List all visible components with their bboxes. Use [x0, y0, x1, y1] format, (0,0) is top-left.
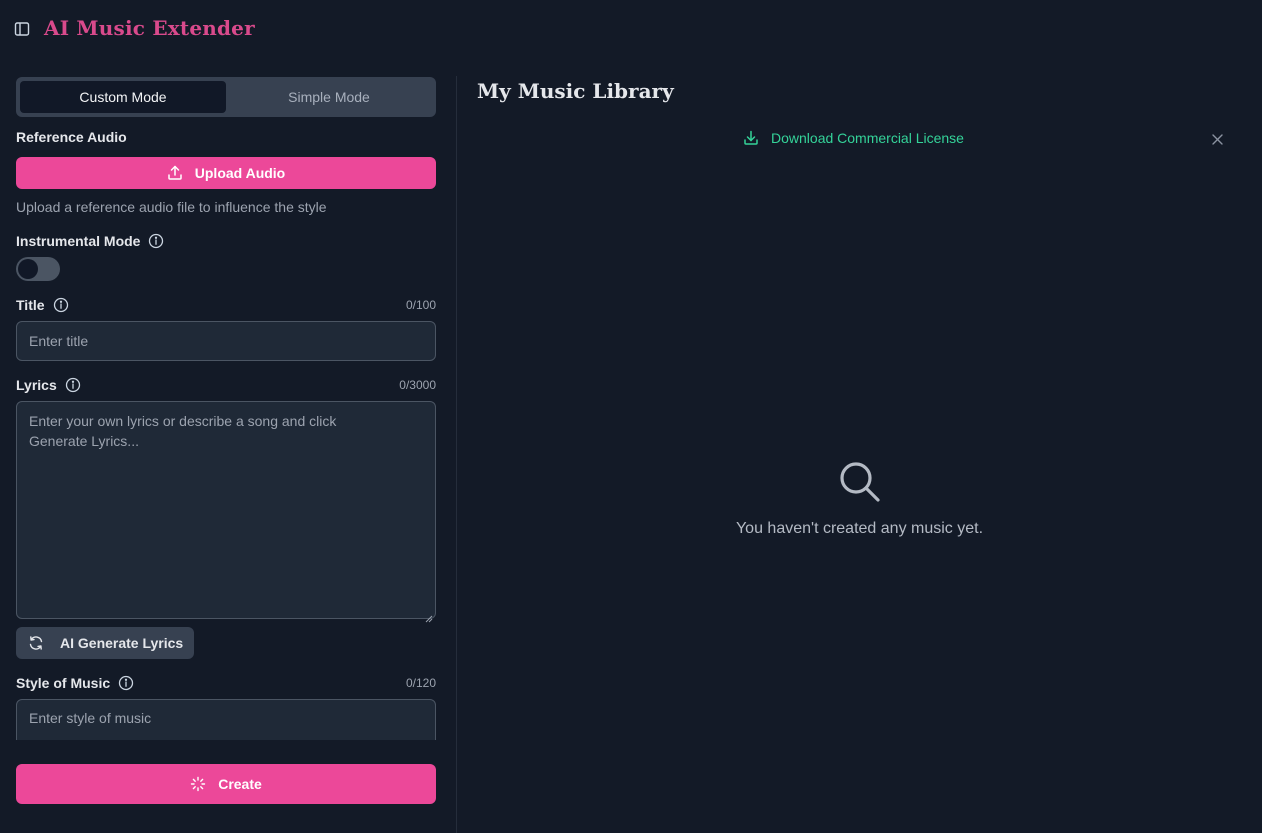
style-of-music-input[interactable]: Enter style of music [16, 699, 436, 740]
upload-icon [167, 165, 183, 181]
reference-audio-label: Reference Audio [16, 129, 127, 145]
upload-audio-button[interactable]: Upload Audio [16, 157, 436, 189]
create-form-panel: Custom Mode Simple Mode Reference Audio … [0, 58, 456, 833]
style-char-counter: 0/120 [405, 676, 436, 690]
tab-simple-mode[interactable]: Simple Mode [226, 81, 432, 113]
info-icon[interactable] [118, 675, 134, 691]
upload-audio-label: Upload Audio [194, 165, 286, 181]
create-label: Create [218, 776, 262, 792]
empty-state-text: You haven't created any music yet. [735, 520, 984, 537]
title-input[interactable]: Enter title [16, 321, 436, 361]
upload-hint: Upload a reference audio file to influen… [16, 199, 327, 215]
sidebar-toggle-icon[interactable] [13, 20, 31, 38]
download-license-link[interactable]: Download Commercial License [743, 130, 964, 146]
ai-generate-lyrics-button[interactable]: AI Generate Lyrics [16, 627, 194, 659]
lyrics-placeholder: Enter your own lyrics or describe a song… [29, 413, 337, 449]
mode-switch: Custom Mode Simple Mode [16, 77, 436, 117]
app-header: AI Music Extender [0, 0, 1262, 58]
create-button[interactable]: Create [16, 764, 436, 804]
instrumental-mode-label-text: Instrumental Mode [16, 233, 141, 249]
close-icon[interactable] [1211, 133, 1223, 145]
info-icon[interactable] [148, 233, 164, 249]
title-label-text: Title [16, 297, 45, 313]
toggle-knob [18, 259, 38, 279]
style-of-music-label-text: Style of Music [16, 675, 111, 691]
style-field-scroll-area: Enter style of music [16, 699, 436, 740]
download-icon [743, 130, 759, 146]
tab-custom-mode[interactable]: Custom Mode [20, 81, 226, 113]
style-placeholder: Enter style of music [29, 710, 152, 726]
download-license-label: Download Commercial License [771, 130, 964, 146]
refresh-icon [28, 635, 44, 651]
info-icon[interactable] [53, 297, 69, 313]
lyrics-label-text: Lyrics [16, 377, 57, 393]
title-label: Title [16, 297, 69, 313]
lyrics-label: Lyrics [16, 377, 81, 393]
empty-state: You haven't created any music yet. [457, 458, 1262, 538]
info-icon[interactable] [65, 377, 81, 393]
instrumental-mode-label: Instrumental Mode [16, 233, 164, 249]
music-library-panel: My Music Library Download Commercial Lic… [457, 58, 1262, 833]
search-icon [836, 458, 884, 506]
title-placeholder: Enter title [29, 333, 89, 349]
app-title: AI Music Extender [44, 16, 255, 40]
loader-icon [190, 776, 206, 792]
resize-handle-icon[interactable] [425, 608, 433, 623]
lyrics-textarea[interactable]: Enter your own lyrics or describe a song… [16, 401, 436, 623]
style-of-music-label: Style of Music [16, 675, 134, 691]
lyrics-char-counter: 0/3000 [399, 378, 436, 392]
title-char-counter: 0/100 [405, 298, 436, 312]
library-title: My Music Library [477, 79, 674, 103]
instrumental-mode-toggle[interactable] [16, 257, 60, 281]
ai-generate-lyrics-label: AI Generate Lyrics [60, 635, 184, 651]
reference-audio-label-text: Reference Audio [16, 129, 127, 145]
